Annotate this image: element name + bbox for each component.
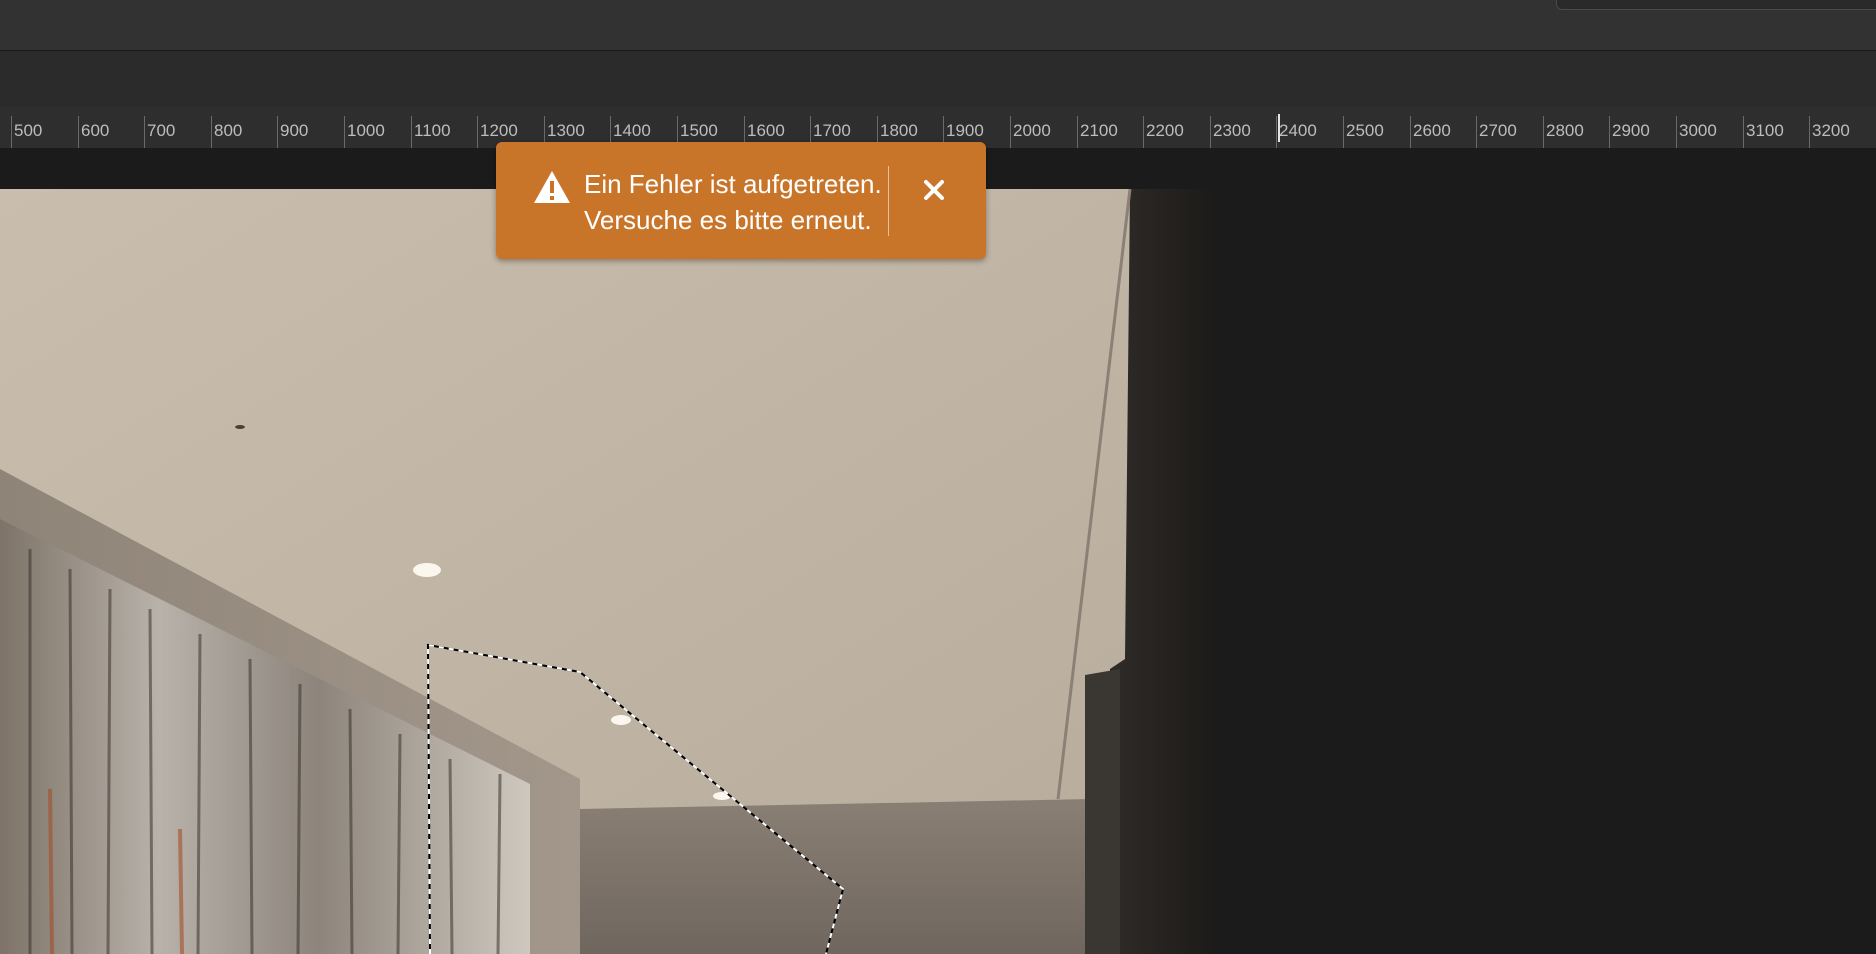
- ruler-tick-label: 700: [147, 121, 176, 140]
- ruler-tick: [1609, 116, 1610, 148]
- toast-divider: [888, 166, 889, 236]
- toast-message-line1: Ein Fehler ist aufgetreten.: [584, 169, 882, 199]
- ruler-tick-label: 2500: [1346, 121, 1384, 140]
- ruler-tick: [477, 116, 478, 148]
- ruler-tick: [1210, 116, 1211, 148]
- close-toast-button[interactable]: [914, 170, 954, 210]
- ruler-tick-label: 3100: [1746, 121, 1784, 140]
- ruler-tick-label: 3000: [1679, 121, 1717, 140]
- ruler-tick-label: 2100: [1080, 121, 1118, 140]
- options-bar: [0, 51, 1876, 107]
- ruler-tick-label: 2900: [1612, 121, 1650, 140]
- ruler-tick-label: 1700: [813, 121, 851, 140]
- toast-message: Ein Fehler ist aufgetreten. Versuche es …: [584, 166, 882, 238]
- close-icon: [924, 180, 944, 200]
- ruler-tick: [1410, 116, 1411, 148]
- ruler-tick-label: 3200: [1812, 121, 1850, 140]
- document-image[interactable]: [0, 189, 1213, 954]
- ruler-tick: [1010, 116, 1011, 148]
- ruler-tick-label: 2400: [1279, 121, 1317, 140]
- ruler-tick-label: 1400: [613, 121, 651, 140]
- ruler-tick: [1343, 116, 1344, 148]
- ruler-tick: [1809, 116, 1810, 148]
- ruler-tick-label: 2200: [1146, 121, 1184, 140]
- ruler-tick: [144, 116, 145, 148]
- toast-message-line2: Versuche es bitte erneut.: [584, 205, 872, 235]
- ruler-tick-label: 1300: [547, 121, 585, 140]
- ruler-tick-label: 2600: [1413, 121, 1451, 140]
- app-header: [0, 0, 1876, 51]
- ruler-tick-label: 2800: [1546, 121, 1584, 140]
- ruler-tick-label: 1500: [680, 121, 718, 140]
- ruler-tick-label: 800: [214, 121, 243, 140]
- warning-icon: [532, 169, 572, 205]
- ruler-tick-label: 500: [14, 121, 43, 140]
- ruler-tick: [1476, 116, 1477, 148]
- ruler-tick: [78, 116, 79, 148]
- header-search-field[interactable]: [1556, 0, 1876, 10]
- ruler-tick: [1543, 116, 1544, 148]
- error-toast: Ein Fehler ist aufgetreten. Versuche es …: [496, 142, 986, 259]
- ruler-tick: [277, 116, 278, 148]
- ruler-tick: [411, 116, 412, 148]
- ruler-tick: [344, 116, 345, 148]
- ruler-tick-label: 1800: [880, 121, 918, 140]
- ruler-tick-label: 1600: [747, 121, 785, 140]
- ruler-tick-label: 900: [280, 121, 309, 140]
- ruler-tick-label: 1200: [480, 121, 518, 140]
- ruler-tick: [1143, 116, 1144, 148]
- ruler-tick-label: 600: [81, 121, 110, 140]
- ruler-tick-label: 1100: [414, 121, 451, 140]
- ruler-tick-label: 2300: [1213, 121, 1251, 140]
- ruler-tick-label: 2700: [1479, 121, 1517, 140]
- ruler-tick: [11, 116, 12, 148]
- ruler-tick: [1743, 116, 1744, 148]
- ruler-tick: [211, 116, 212, 148]
- ruler-tick: [1676, 116, 1677, 148]
- ruler-tick: [1276, 116, 1277, 148]
- ruler-tick: [1077, 116, 1078, 148]
- ruler-tick-label: 2000: [1013, 121, 1051, 140]
- ruler-tick-label: 1000: [347, 121, 385, 140]
- ruler-tick-label: 1900: [946, 121, 984, 140]
